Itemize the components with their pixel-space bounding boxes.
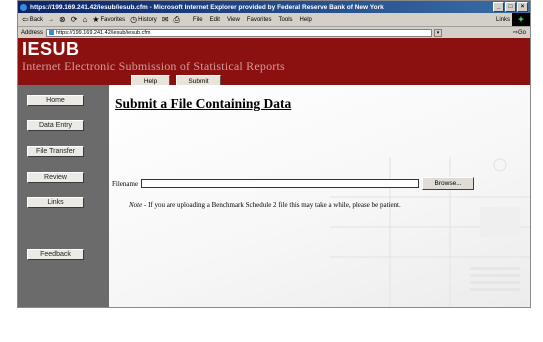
address-input[interactable]: https://199.169.241.42/iesub/iesub.cfm [46,28,433,37]
browse-button[interactable]: Browse... [422,177,475,190]
links-button[interactable]: Links [496,17,510,23]
favorites-icon: ★ [92,14,100,24]
maximize-button[interactable]: □ [505,2,516,12]
home-icon[interactable]: ⌂ [82,15,87,24]
sidebar-item-feedback[interactable]: Feedback [27,249,84,260]
windows-logo: ✦ [512,13,530,26]
sidebar-item-data-entry[interactable]: Data Entry [27,120,84,131]
address-label: Address [21,29,44,36]
stop-icon[interactable]: ⊗ [59,15,66,24]
sidebar-item-home[interactable]: Home [27,95,84,106]
sidebar-item-file-transfer[interactable]: File Transfer [27,146,84,157]
forward-button[interactable]: → [48,17,54,23]
menu-bar: File Edit View Favorites Tools Help [193,17,312,23]
page-title: Submit a File Containing Data [115,96,292,111]
site-header: IESUB Internet Electronic Submission of … [18,38,530,87]
favorites-button[interactable]: ★ Favorites [92,14,125,24]
sidebar-item-review[interactable]: Review [27,172,84,183]
close-button[interactable]: × [517,2,528,12]
page-icon [49,30,55,35]
go-button[interactable]: ⇨Go [513,29,526,36]
print-icon[interactable]: ⎙ [174,15,180,24]
minimize-button[interactable]: _ [493,2,504,12]
sidebar-item-links[interactable]: Links [27,197,84,208]
menu-tools[interactable]: Tools [279,17,293,23]
menu-file[interactable]: File [193,17,203,23]
upload-note: Note - If you are uploading a Benchmark … [129,201,401,209]
address-url: https://199.169.241.42/iesub/iesub.cfm [56,29,151,36]
address-dropdown-icon[interactable]: ▾ [434,28,443,37]
menu-favorites[interactable]: Favorites [247,17,272,23]
menu-edit[interactable]: Edit [210,17,220,23]
browser-toolbar: ⇦ Back → ⊗ ⟳ ⌂ ★ Favorites ◷ History ✉ ⎙… [18,13,530,27]
filename-label: Filename [112,179,139,188]
browser-window: https://199.169.241.42/iesub/iesub.cfm -… [17,0,531,308]
back-arrow-icon: ⇦ [22,14,29,24]
site-subtitle: Internet Electronic Submission of Statis… [22,59,285,73]
menu-help[interactable]: Help [300,17,312,23]
window-title: https://199.169.241.42/iesub/iesub.cfm -… [30,3,384,11]
site-logo: IESUB [22,39,80,59]
refresh-icon[interactable]: ⟳ [71,15,78,24]
file-upload-row: Filename Browse... [112,177,475,190]
internet-explorer-icon [20,3,27,11]
note-label: Note [129,201,143,209]
mail-icon[interactable]: ✉ [162,15,169,24]
filename-input[interactable] [141,179,420,188]
sidebar: Home Data Entry File Transfer Review Lin… [18,85,109,307]
history-icon: ◷ [130,14,138,24]
main-content: Submit a File Containing Data Filename B… [109,85,530,307]
title-bar: https://199.169.241.42/iesub/iesub.cfm -… [18,1,530,13]
note-text: - If you are uploading a Benchmark Sched… [142,201,401,209]
menu-view[interactable]: View [227,17,240,23]
history-button[interactable]: ◷ History [130,14,157,24]
back-button[interactable]: ⇦ Back [22,14,43,24]
